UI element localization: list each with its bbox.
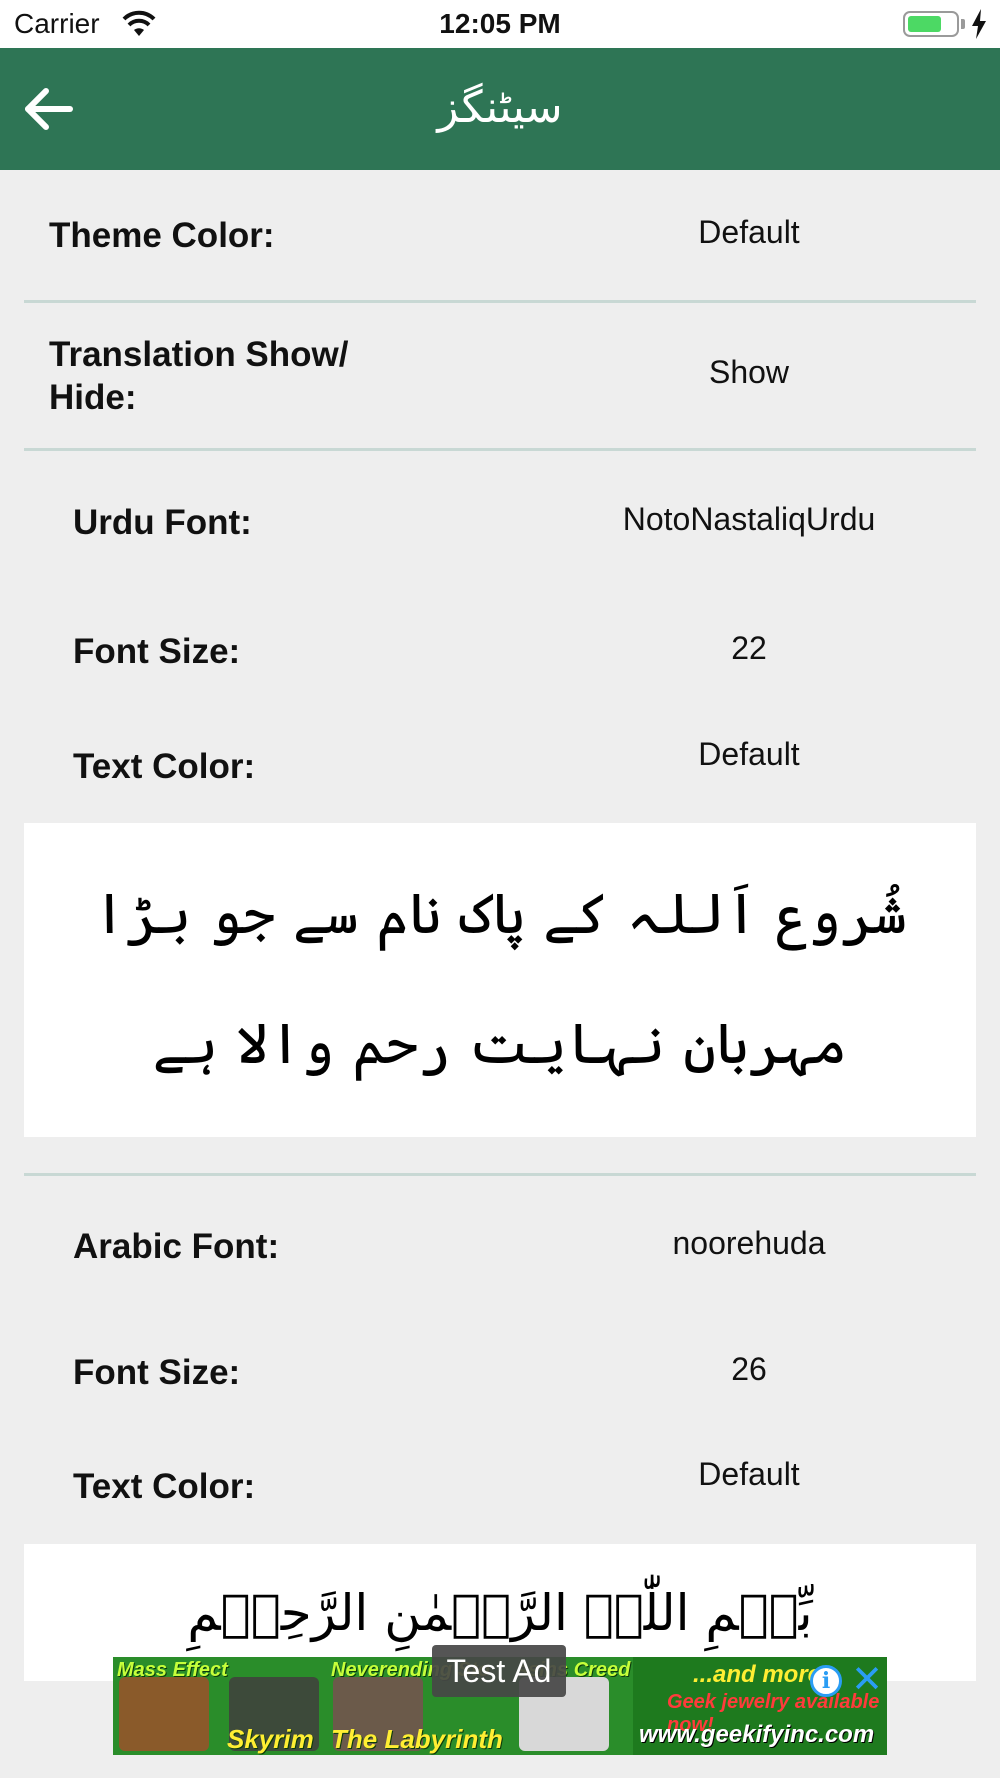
ad-tile-caption: Mass Effect bbox=[117, 1659, 228, 1681]
status-time: 12:05 PM bbox=[439, 8, 561, 39]
urdu-font-size-row[interactable]: Font Size: 22 bbox=[24, 594, 976, 709]
ad-tile: Mass Effect bbox=[113, 1657, 228, 1755]
navigation-bar: سیٹنگز bbox=[0, 48, 1000, 170]
ad-promo-url: www.geekifyinc.com bbox=[639, 1721, 875, 1748]
arabic-font-row[interactable]: Arabic Font: noorehuda bbox=[24, 1176, 976, 1316]
test-ad-label: Test Ad bbox=[432, 1645, 566, 1697]
page-title: سیٹنگز bbox=[437, 82, 563, 133]
charging-bolt-icon bbox=[972, 9, 986, 39]
arabic-font-size-value: 26 bbox=[731, 1350, 767, 1387]
arabic-text-color-label: Text Color: bbox=[73, 1466, 256, 1506]
urdu-font-size-value: 22 bbox=[731, 630, 767, 666]
urdu-font-label: Urdu Font: bbox=[73, 503, 252, 542]
close-icon[interactable]: ✕ bbox=[849, 1661, 885, 1699]
arabic-font-size-row[interactable]: Font Size: 26 bbox=[24, 1316, 976, 1428]
urdu-preview: شُروع اَللہ کے پاک نام سے جو بڑا مہربان … bbox=[24, 823, 976, 1137]
urdu-font-row[interactable]: Urdu Font: NotoNastaliqUrdu bbox=[24, 451, 976, 594]
arabic-preview-text: بِّسۡمِ اللّٰہِ الرَّحۡمٰنِ الرَّحِیۡمِ bbox=[187, 1583, 813, 1642]
battery-level bbox=[908, 16, 942, 32]
ad-tile: Skyrim bbox=[223, 1657, 327, 1755]
arabic-text-color-value: Default bbox=[698, 1455, 800, 1492]
arabic-font-label: Arabic Font: bbox=[73, 1226, 280, 1266]
arabic-font-value: noorehuda bbox=[672, 1224, 826, 1261]
status-bar: Carrier 12:05 PM bbox=[0, 0, 1000, 48]
battery-icon bbox=[903, 11, 959, 37]
urdu-text-color-label: Text Color: bbox=[73, 746, 256, 786]
info-icon[interactable]: i bbox=[810, 1665, 842, 1697]
urdu-font-size-label: Font Size: bbox=[73, 632, 241, 671]
translation-toggle-row[interactable]: Translation Show/ Hide: Show bbox=[24, 303, 976, 448]
arabic-font-size-label: Font Size: bbox=[73, 1352, 241, 1392]
battery-tip bbox=[961, 19, 965, 29]
translation-value: Show bbox=[708, 354, 790, 390]
arabic-text-color-row[interactable]: Text Color: Default bbox=[24, 1428, 976, 1544]
ad-tile-caption: Skyrim bbox=[227, 1724, 314, 1754]
settings-list: Theme Color: Default Translation Show/ H… bbox=[24, 170, 976, 1681]
theme-color-value: Default bbox=[698, 213, 800, 250]
translation-label: Translation Show/ Hide: bbox=[49, 334, 349, 417]
theme-color-label: Theme Color: bbox=[49, 215, 275, 255]
urdu-font-value: NotoNastaliqUrdu bbox=[622, 501, 876, 537]
urdu-text-color-row[interactable]: Text Color: Default bbox=[24, 709, 976, 823]
urdu-preview-text: شُروع اَللہ کے پاک نام سے جو بڑا مہربان … bbox=[93, 882, 907, 1077]
ad-tile: Neverending Sto The Labyrinth bbox=[327, 1657, 503, 1755]
ad-promo-line: ...and more bbox=[693, 1661, 822, 1688]
urdu-text-color-value: Default bbox=[698, 735, 800, 772]
theme-color-row[interactable]: Theme Color: Default bbox=[24, 170, 976, 300]
ad-tile-caption: The Labyrinth bbox=[331, 1724, 503, 1754]
